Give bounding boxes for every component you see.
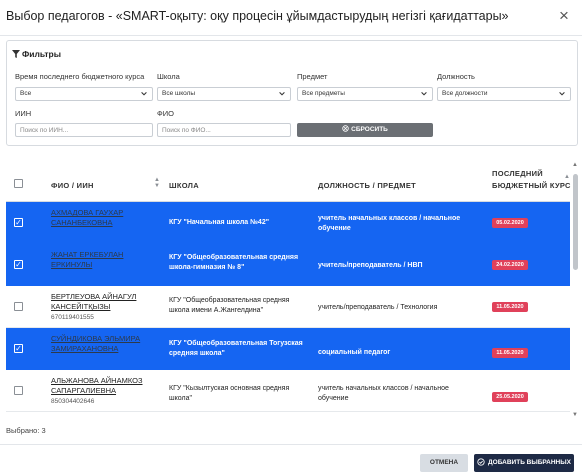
fio-label: ФИО	[157, 109, 174, 118]
table-row[interactable]: ✓ ЖАНАТ ЕРКЕБУЛАН ЕРКИНУЛЫ КГУ "Общеобра…	[6, 244, 570, 286]
school-name: КГУ "Общеобразовательная средняя школа и…	[169, 297, 290, 314]
iin-search-input[interactable]	[15, 123, 153, 137]
header-last-course-line2[interactable]: БЮДЖЕТНЫЙ КУРС	[492, 181, 571, 190]
course-date-badge: 24.02.2020	[492, 260, 528, 270]
position-select[interactable]: Все должности	[437, 87, 571, 101]
add-selected-label: ДОБАВИТЬ ВЫБРАННЫХ	[488, 459, 571, 466]
school-select[interactable]: Все школы	[157, 87, 291, 101]
scroll-up-arrow[interactable]: ▲	[572, 162, 578, 168]
modal-header: Выбор педагогов - «SMART-оқыту: оқу проц…	[0, 0, 582, 36]
position-subject: учитель/преподаватель / НВП	[318, 262, 423, 269]
teacher-name-link[interactable]: АЛЬЖАНОВА АЙНАМКОЗ САПАРГАЛИЕВНА	[51, 376, 161, 396]
table-row[interactable]: ✓ СУЙНДИКОВА ЭЛЬМИРА ЗАМИРАХАНОВНА КГУ "…	[6, 328, 570, 370]
modal-footer: ОТМЕНА ДОБАВИТЬ ВЫБРАННЫХ	[0, 444, 582, 476]
scroll-down-arrow[interactable]: ▼	[572, 412, 578, 418]
teacher-iin: 670119401555	[51, 314, 94, 321]
cancel-button[interactable]: ОТМЕНА	[420, 454, 468, 472]
filter-panel: Фильтры Время последнего бюджетного курс…	[6, 40, 578, 146]
row-checkbox-checked[interactable]: ✓	[14, 218, 23, 227]
school-label: Школа	[157, 72, 180, 81]
teacher-name-link[interactable]: БЕРТЛЕУОВА АЙНАГУЛ КАНСЕЙІТҚЫЗЫ	[51, 292, 161, 312]
filter-heading-label: Фильтры	[22, 49, 61, 59]
reset-button[interactable]: СБРОСИТЬ	[297, 123, 433, 137]
row-checkbox-checked[interactable]: ✓	[14, 344, 23, 353]
course-label: Время последнего бюджетного курса	[15, 72, 145, 81]
subject-select-value: Все предметы	[302, 90, 345, 97]
reset-icon	[342, 125, 349, 132]
position-subject: учитель начальных классов / начальное об…	[318, 385, 449, 402]
teacher-iin: 850304402646	[51, 398, 95, 405]
teacher-name-link[interactable]: ЖАНАТ ЕРКЕБУЛАН ЕРКИНУЛЫ	[51, 250, 161, 270]
course-date-badge: 05.02.2020	[492, 218, 528, 228]
position-select-value: Все должности	[442, 90, 488, 97]
school-name: КГУ "Общеобразовательная Тогузская средн…	[169, 340, 303, 357]
teacher-select-modal: Выбор педагогов - «SMART-оқыту: оқу проц…	[0, 0, 582, 476]
course-select[interactable]: Все	[15, 87, 153, 101]
fio-search-input[interactable]	[157, 123, 291, 137]
header-school[interactable]: ШКОЛА	[169, 181, 199, 190]
close-icon[interactable]: ×	[554, 6, 574, 26]
school-select-value: Все школы	[162, 90, 196, 97]
course-date-badge: 11.05.2020	[492, 302, 528, 312]
header-position[interactable]: ДОЛЖНОСТЬ / ПРЕДМЕТ	[318, 181, 416, 190]
sort-icon[interactable]: ▲ ▼	[154, 177, 160, 189]
school-name: КГУ "Начальная школа №42"	[169, 219, 270, 226]
table-header: ФИО / ИИН ▲ ▼ ШКОЛА ДОЛЖНОСТЬ / ПРЕДМЕТ П…	[6, 164, 570, 202]
row-checkbox[interactable]	[14, 386, 23, 395]
reset-button-label: СБРОСИТЬ	[351, 126, 388, 133]
select-all-checkbox[interactable]	[14, 179, 23, 188]
row-checkbox[interactable]	[14, 302, 23, 311]
chevron-down-icon	[421, 92, 427, 96]
filter-icon	[12, 50, 20, 58]
selected-count: Выбрано: 3	[6, 426, 46, 435]
course-date-badge: 11.05.2020	[492, 348, 528, 358]
position-subject: социальный педагог	[318, 349, 391, 356]
table-row[interactable]: БЕРТЛЕУОВА АЙНАГУЛ КАНСЕЙІТҚЫЗЫ 67011940…	[6, 286, 570, 328]
course-select-value: Все	[20, 90, 32, 97]
table-row[interactable]: ✓ АХМАДОВА ГАУХАР САНАНБЕКОВНА КГУ "Нача…	[6, 202, 570, 244]
school-name: КГУ "Кызылтуская основная средняя школа"	[169, 385, 290, 402]
position-label: Должность	[437, 72, 475, 81]
scrollbar-thumb[interactable]	[573, 174, 578, 270]
modal-title: Выбор педагогов - «SMART-оқыту: оқу проц…	[6, 9, 509, 23]
header-fio[interactable]: ФИО / ИИН	[51, 181, 94, 190]
school-name: КГУ "Общеобразовательная средняя школа-г…	[169, 254, 299, 271]
header-last-course-line1[interactable]: ПОСЛЕДНИЙ	[492, 169, 543, 178]
row-checkbox-checked[interactable]: ✓	[14, 260, 23, 269]
teacher-name-link[interactable]: СУЙНДИКОВА ЭЛЬМИРА ЗАМИРАХАНОВНА	[51, 334, 161, 354]
chevron-down-icon	[559, 92, 565, 96]
position-subject: учитель/преподаватель / Технология	[318, 304, 438, 311]
table-row[interactable]: АЛЬЖАНОВА АЙНАМКОЗ САПАРГАЛИЕВНА 8503044…	[6, 370, 570, 412]
subject-select[interactable]: Все предметы	[297, 87, 433, 101]
chevron-down-icon	[279, 92, 285, 96]
teacher-name-link[interactable]: АХМАДОВА ГАУХАР САНАНБЕКОВНА	[51, 208, 161, 228]
check-circle-icon	[477, 458, 485, 466]
course-date-badge: 25.05.2020	[492, 392, 528, 402]
position-subject: учитель начальных классов / начальное об…	[318, 215, 461, 232]
subject-label: Предмет	[297, 72, 328, 81]
iin-label: ИИН	[15, 109, 32, 118]
filter-heading: Фильтры	[12, 49, 61, 59]
chevron-down-icon	[141, 92, 147, 96]
sort-asc-icon[interactable]: ▲	[564, 174, 570, 180]
add-selected-button[interactable]: ДОБАВИТЬ ВЫБРАННЫХ	[474, 454, 574, 472]
